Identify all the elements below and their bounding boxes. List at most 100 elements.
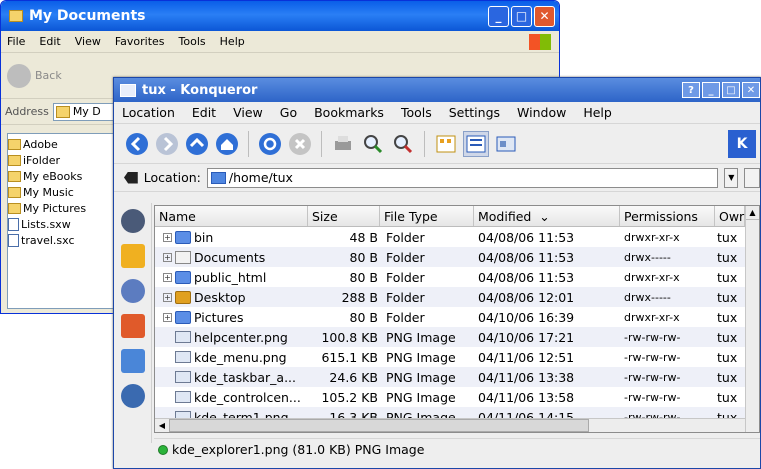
status-indicator-icon: [158, 444, 168, 455]
table-row[interactable]: + Desktop 288 B Folder 04/08/06 12:01 drw…: [155, 287, 745, 307]
xp-menu-view[interactable]: View: [75, 35, 101, 48]
xp-menu-help[interactable]: Help: [220, 35, 245, 48]
document-icon: [8, 217, 19, 231]
column-file-type[interactable]: File Type: [380, 206, 474, 226]
column-modified[interactable]: Modified ⌄: [474, 206, 620, 226]
menu-window[interactable]: Window: [517, 105, 566, 120]
help-button[interactable]: ?: [682, 82, 700, 98]
close-button[interactable]: ✕: [534, 5, 555, 27]
clear-location-icon[interactable]: [124, 171, 138, 184]
expand-icon[interactable]: +: [163, 292, 172, 302]
column-owner[interactable]: Owr: [715, 206, 745, 226]
location-dropdown-button[interactable]: ▼: [724, 167, 739, 188]
menu-view[interactable]: View: [233, 105, 263, 120]
minimize-button[interactable]: _: [702, 82, 720, 98]
up-button[interactable]: [184, 131, 210, 157]
table-row[interactable]: + Documents 80 B Folder 04/08/06 11:53 dr…: [155, 247, 745, 267]
horizontal-scrollbar[interactable]: ◀: [155, 418, 745, 432]
row-modified: 04/10/06 17:21: [478, 329, 575, 345]
maximize-button[interactable]: □: [511, 5, 532, 27]
home-button[interactable]: [214, 131, 240, 157]
maximize-button[interactable]: □: [722, 82, 740, 98]
table-row[interactable]: + Pictures 80 B Folder 04/10/06 16:39 drw…: [155, 307, 745, 327]
windows-logo-icon: [529, 33, 551, 50]
menu-location[interactable]: Location: [122, 105, 175, 120]
minimize-button[interactable]: _: [488, 5, 509, 27]
xp-menu-tools[interactable]: Tools: [179, 35, 206, 48]
table-row[interactable]: + bin 48 B Folder 04/08/06 11:53 drwxr-xr…: [155, 227, 745, 247]
services-icon[interactable]: [120, 384, 145, 408]
list-item[interactable]: iFolder: [8, 152, 116, 168]
row-size: 80 B: [349, 249, 378, 265]
expand-icon[interactable]: +: [163, 312, 172, 322]
forward-button[interactable]: [154, 131, 180, 157]
icon-view-button[interactable]: [433, 131, 459, 157]
zoom-in-icon: [364, 134, 383, 153]
konqueror-title-bar[interactable]: tux - Konqueror ? _ □ ✕: [114, 78, 760, 102]
image-preview-button[interactable]: [493, 131, 519, 157]
folder-icon: [9, 10, 23, 22]
history-clock-icon[interactable]: [120, 279, 145, 303]
print-button[interactable]: [330, 131, 356, 157]
list-item[interactable]: My Pictures: [8, 200, 116, 216]
column-size[interactable]: Size: [308, 206, 380, 226]
home-folder-icon[interactable]: [120, 314, 145, 338]
menu-settings[interactable]: Settings: [449, 105, 500, 120]
list-item[interactable]: Adobe: [8, 136, 116, 152]
table-row[interactable]: kde_menu.png 615.1 KB PNG Image 04/11/06…: [155, 347, 745, 367]
column-name[interactable]: Name: [155, 206, 308, 226]
vertical-scrollbar[interactable]: ▲: [745, 206, 759, 432]
xp-title-bar[interactable]: My Documents _ □ ✕: [1, 1, 559, 31]
menu-edit[interactable]: Edit: [192, 105, 216, 120]
row-size: 80 B: [349, 309, 378, 325]
network-icon[interactable]: [120, 349, 145, 373]
list-item[interactable]: travel.sxc: [8, 232, 116, 248]
table-row[interactable]: kde_controlcen... 105.2 KB PNG Image 04/…: [155, 387, 745, 407]
list-item[interactable]: My Music: [8, 184, 116, 200]
horizontal-scroll-thumb[interactable]: [169, 419, 589, 432]
xp-menu-favorites[interactable]: Favorites: [115, 35, 165, 48]
row-modified: 04/08/06 11:53: [478, 229, 575, 245]
row-permissions: drwxr-xr-x: [624, 230, 680, 244]
xp-address-value: My D: [72, 105, 101, 118]
expand-icon[interactable]: +: [163, 252, 172, 262]
file-rows: + bin 48 B Folder 04/08/06 11:53 drwxr-xr…: [155, 227, 745, 427]
scroll-up-arrow-icon[interactable]: ▲: [746, 206, 759, 220]
row-size: 24.6 KB: [329, 369, 378, 385]
image-file-icon: [175, 391, 191, 403]
go-button[interactable]: [744, 167, 760, 188]
stop-button[interactable]: [287, 131, 313, 157]
navigation-panel-icon[interactable]: [120, 209, 145, 233]
column-permissions[interactable]: Permissions: [620, 206, 715, 226]
menu-go[interactable]: Go: [280, 105, 297, 120]
row-type: Folder: [386, 289, 425, 305]
close-button[interactable]: ✕: [742, 82, 760, 98]
list-item[interactable]: My eBooks: [8, 168, 116, 184]
table-row[interactable]: + public_html 80 B Folder 04/08/06 11:53 …: [155, 267, 745, 287]
zoom-in-button[interactable]: [360, 131, 386, 157]
expand-icon[interactable]: +: [163, 232, 172, 242]
location-input[interactable]: /home/tux: [206, 167, 719, 188]
xp-menu-edit[interactable]: Edit: [39, 35, 60, 48]
tree-view-button[interactable]: [463, 130, 489, 157]
forward-arrow-icon: [156, 132, 178, 155]
row-modified: 04/11/06 12:51: [478, 349, 575, 365]
menu-help[interactable]: Help: [583, 105, 612, 120]
folder-icon: [175, 230, 191, 244]
list-item[interactable]: Lists.sxw: [8, 216, 116, 232]
expand-icon[interactable]: +: [163, 272, 172, 282]
row-owner: tux: [717, 229, 738, 245]
konqueror-window-title: tux - Konqueror: [142, 82, 258, 98]
xp-back-button[interactable]: Back: [7, 63, 62, 88]
table-row[interactable]: helpcenter.png 100.8 KB PNG Image 04/10/…: [155, 327, 745, 347]
folder-icon: [120, 83, 136, 97]
menu-bookmarks[interactable]: Bookmarks: [314, 105, 384, 120]
table-row[interactable]: kde_taskbar_a... 24.6 KB PNG Image 04/11…: [155, 367, 745, 387]
zoom-out-button[interactable]: [390, 131, 416, 157]
reload-button[interactable]: [257, 131, 283, 157]
bookmarks-star-icon[interactable]: [120, 244, 145, 268]
xp-menu-file[interactable]: File: [7, 35, 25, 48]
menu-tools[interactable]: Tools: [401, 105, 432, 120]
back-button[interactable]: [124, 131, 150, 157]
scroll-left-arrow-icon[interactable]: ◀: [155, 419, 169, 432]
